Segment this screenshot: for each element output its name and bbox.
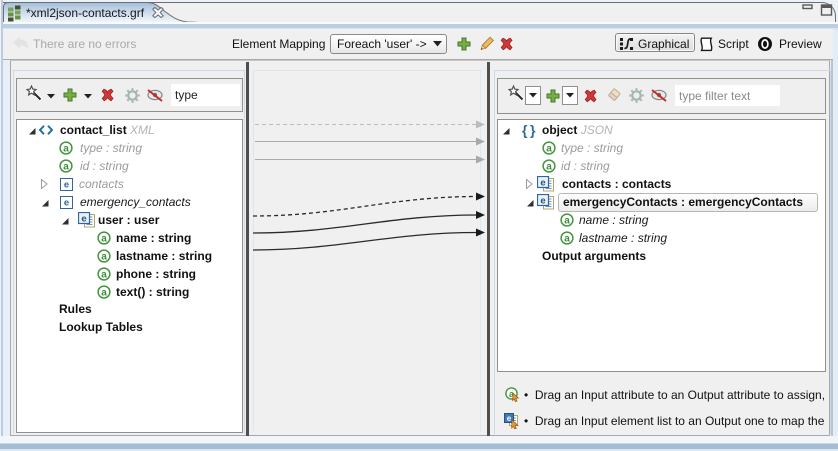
svg-text:e: e (540, 178, 545, 189)
svg-text:a: a (101, 287, 107, 298)
svg-text:e: e (64, 198, 69, 209)
svg-text:a: a (63, 161, 69, 172)
svg-text:e: e (540, 196, 545, 207)
svg-text:a: a (101, 269, 107, 280)
svg-text:e: e (64, 180, 69, 191)
svg-text:a: a (101, 233, 107, 244)
svg-text:e: e (507, 414, 512, 423)
svg-text:a: a (564, 233, 570, 244)
svg-text:a: a (63, 143, 69, 154)
svg-text:e: e (81, 214, 86, 225)
svg-text:a: a (564, 215, 570, 226)
svg-text:a: a (546, 143, 552, 154)
svg-text:a: a (546, 161, 552, 172)
svg-text:a: a (101, 251, 107, 262)
